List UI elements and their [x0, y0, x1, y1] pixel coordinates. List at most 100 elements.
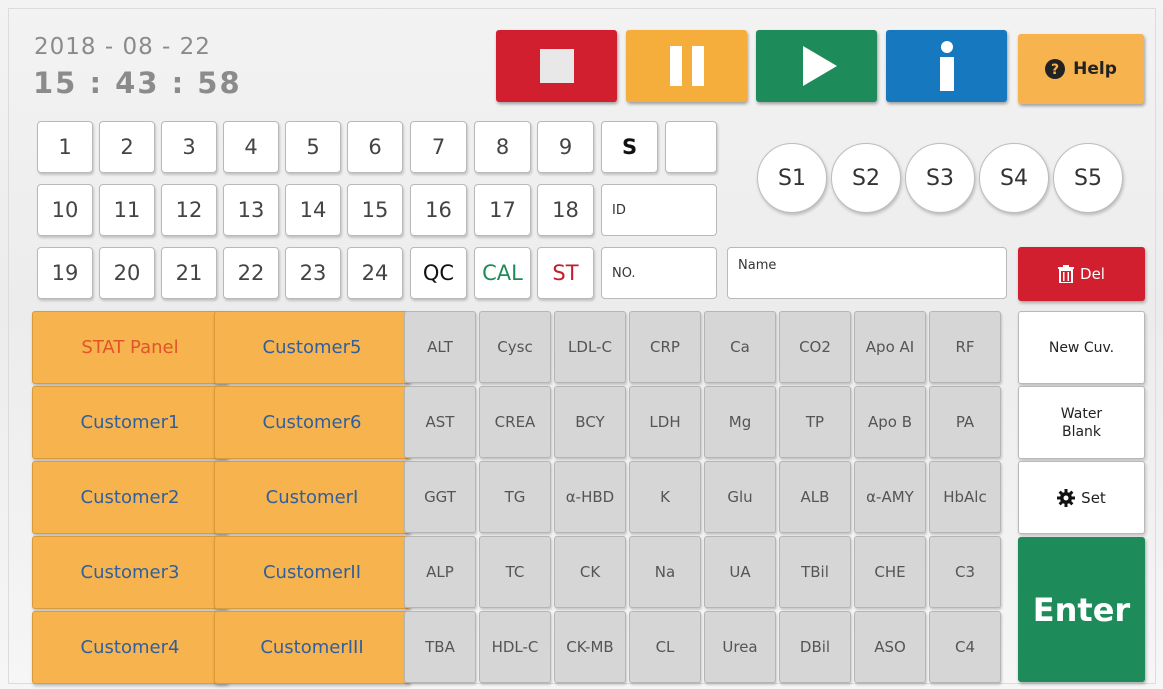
test-button[interactable]: ALP — [404, 536, 476, 608]
sample-key[interactable]: 7 — [410, 121, 467, 173]
cal-key[interactable]: CAL — [474, 247, 531, 299]
new-cuvette-button[interactable]: New Cuv. — [1018, 311, 1145, 384]
test-button[interactable]: ALT — [404, 311, 476, 383]
sample-key[interactable]: 9 — [537, 121, 594, 173]
test-button[interactable]: Ca — [704, 311, 776, 383]
pause-button[interactable] — [626, 30, 747, 102]
info-button[interactable] — [886, 30, 1007, 102]
stat-panel-button[interactable]: STAT Panel — [32, 311, 228, 384]
test-button[interactable]: α-AMY — [854, 461, 926, 533]
sample-key[interactable]: 19 — [37, 247, 93, 299]
test-button[interactable]: CREA — [479, 386, 551, 458]
test-button[interactable]: AST — [404, 386, 476, 458]
name-field[interactable]: Name — [727, 247, 1007, 299]
help-button[interactable]: ? Help — [1018, 34, 1144, 104]
test-button[interactable]: Apo AI — [854, 311, 926, 383]
test-button[interactable]: CRP — [629, 311, 701, 383]
stop-button[interactable] — [496, 30, 617, 102]
test-button[interactable]: PA — [929, 386, 1001, 458]
test-button[interactable]: C3 — [929, 536, 1001, 608]
id-field[interactable]: ID — [601, 184, 717, 236]
sample-key[interactable]: 6 — [347, 121, 403, 173]
test-button[interactable]: Glu — [704, 461, 776, 533]
sample-key[interactable]: 11 — [99, 184, 155, 236]
standard-s3-button[interactable]: S3 — [905, 143, 975, 213]
sample-key[interactable]: 24 — [347, 247, 403, 299]
test-button[interactable]: TC — [479, 536, 551, 608]
sample-key[interactable]: 12 — [161, 184, 217, 236]
test-button[interactable]: CHE — [854, 536, 926, 608]
delete-button[interactable]: Del — [1018, 247, 1145, 301]
info-icon — [939, 41, 954, 91]
test-button[interactable]: BCY — [554, 386, 626, 458]
customer-panel-button[interactable]: Customer6 — [214, 386, 410, 459]
customer-panel-button[interactable]: CustomerI — [214, 461, 410, 534]
qc-key[interactable]: QC — [410, 247, 467, 299]
test-button[interactable]: Na — [629, 536, 701, 608]
sample-key[interactable]: 8 — [474, 121, 531, 173]
test-button[interactable]: CO2 — [779, 311, 851, 383]
sample-key[interactable]: 1 — [37, 121, 93, 173]
test-button[interactable]: TP — [779, 386, 851, 458]
standard-s4-button[interactable]: S4 — [979, 143, 1049, 213]
enter-button[interactable]: Enter — [1018, 537, 1145, 682]
customer-panel-button[interactable]: Customer1 — [32, 386, 228, 459]
test-button[interactable]: ALB — [779, 461, 851, 533]
test-button[interactable]: GGT — [404, 461, 476, 533]
sample-key[interactable]: 21 — [161, 247, 217, 299]
sample-key[interactable]: 22 — [223, 247, 279, 299]
sample-key[interactable]: 20 — [99, 247, 155, 299]
test-button[interactable]: TBil — [779, 536, 851, 608]
st-key[interactable]: ST — [537, 247, 594, 299]
test-button[interactable]: LDL-C — [554, 311, 626, 383]
test-button[interactable]: α-HBD — [554, 461, 626, 533]
test-button[interactable]: CK — [554, 536, 626, 608]
test-button[interactable]: C4 — [929, 611, 1001, 683]
customer-panel-button[interactable]: Customer4 — [32, 611, 228, 684]
test-button[interactable]: ASO — [854, 611, 926, 683]
water-blank-button[interactable]: Water Blank — [1018, 386, 1145, 459]
test-button[interactable]: TBA — [404, 611, 476, 683]
sample-key[interactable]: 23 — [285, 247, 341, 299]
sample-key[interactable]: 5 — [285, 121, 341, 173]
customer-panel-button[interactable]: Customer5 — [214, 311, 410, 384]
customer-panel-button[interactable]: Customer3 — [32, 536, 228, 609]
sample-key[interactable]: 2 — [99, 121, 155, 173]
blank-key[interactable] — [665, 121, 717, 173]
sample-key[interactable]: 15 — [347, 184, 403, 236]
sample-key[interactable]: 13 — [223, 184, 279, 236]
test-button[interactable]: TG — [479, 461, 551, 533]
test-button[interactable]: Mg — [704, 386, 776, 458]
test-button[interactable]: K — [629, 461, 701, 533]
settings-button[interactable]: Set — [1018, 461, 1145, 534]
sample-key[interactable]: 4 — [223, 121, 279, 173]
standard-s1-button[interactable]: S1 — [757, 143, 827, 213]
test-button[interactable]: Apo B — [854, 386, 926, 458]
test-button[interactable]: CL — [629, 611, 701, 683]
test-button[interactable]: LDH — [629, 386, 701, 458]
sample-type-s-key[interactable]: S — [601, 121, 658, 173]
customer-panel-button[interactable]: CustomerII — [214, 536, 410, 609]
sample-key[interactable]: 18 — [537, 184, 594, 236]
no-field[interactable]: NO. — [601, 247, 717, 299]
customer-panel-button[interactable]: Customer2 — [32, 461, 228, 534]
sample-key[interactable]: 16 — [410, 184, 467, 236]
sample-key[interactable]: 10 — [37, 184, 93, 236]
play-button[interactable] — [756, 30, 877, 102]
sample-key[interactable]: 17 — [474, 184, 531, 236]
water-blank-label-line2: Blank — [1061, 423, 1102, 440]
sample-key[interactable]: 3 — [161, 121, 217, 173]
sample-key[interactable]: 14 — [285, 184, 341, 236]
test-button[interactable]: Urea — [704, 611, 776, 683]
delete-label: Del — [1080, 265, 1105, 283]
test-button[interactable]: RF — [929, 311, 1001, 383]
test-button[interactable]: DBil — [779, 611, 851, 683]
test-button[interactable]: UA — [704, 536, 776, 608]
test-button[interactable]: HbAlc — [929, 461, 1001, 533]
test-button[interactable]: Cysc — [479, 311, 551, 383]
customer-panel-button[interactable]: CustomerIII — [214, 611, 410, 684]
test-button[interactable]: CK-MB — [554, 611, 626, 683]
test-button[interactable]: HDL-C — [479, 611, 551, 683]
standard-s5-button[interactable]: S5 — [1053, 143, 1123, 213]
standard-s2-button[interactable]: S2 — [831, 143, 901, 213]
